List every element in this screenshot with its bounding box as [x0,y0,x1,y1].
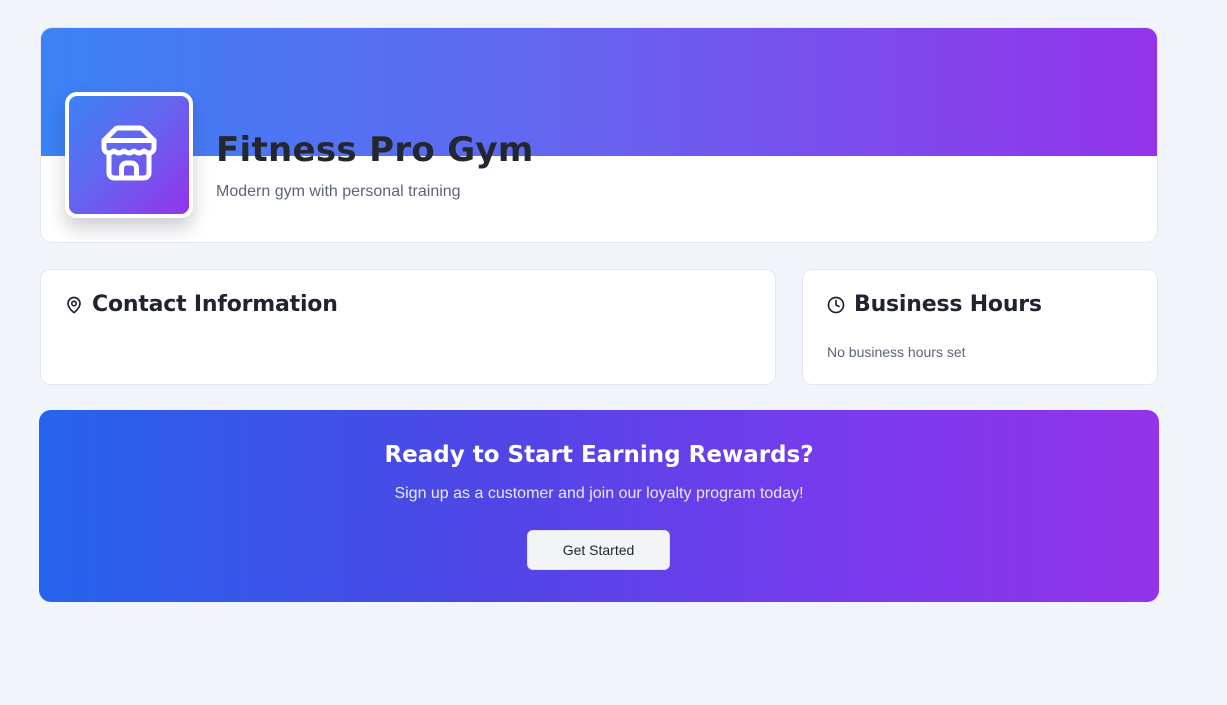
contact-card-header: Contact Information [65,292,338,317]
business-profile-page: Fitness Pro Gym Modern gym with personal… [0,0,1227,705]
business-tagline: Modern gym with personal training [216,183,461,200]
map-pin-icon [65,296,83,314]
contact-information-card: Contact Information [40,269,776,385]
business-name: Fitness Pro Gym [216,130,534,170]
header-banner [41,28,1157,156]
contact-card-title: Contact Information [92,292,338,317]
storefront-icon [99,123,159,188]
cta-subtitle: Sign up as a customer and join our loyal… [394,485,804,502]
hours-card-header: Business Hours [827,292,1042,317]
hours-empty-message: No business hours set [827,344,966,360]
clock-icon [827,296,845,314]
business-hours-card: Business Hours No business hours set [802,269,1158,385]
hours-card-title: Business Hours [854,292,1042,317]
cta-title: Ready to Start Earning Rewards? [384,442,814,468]
get-started-button[interactable]: Get Started [527,530,670,570]
business-header-card: Fitness Pro Gym Modern gym with personal… [40,27,1158,243]
rewards-cta-banner: Ready to Start Earning Rewards? Sign up … [39,410,1159,602]
business-logo [65,92,193,218]
